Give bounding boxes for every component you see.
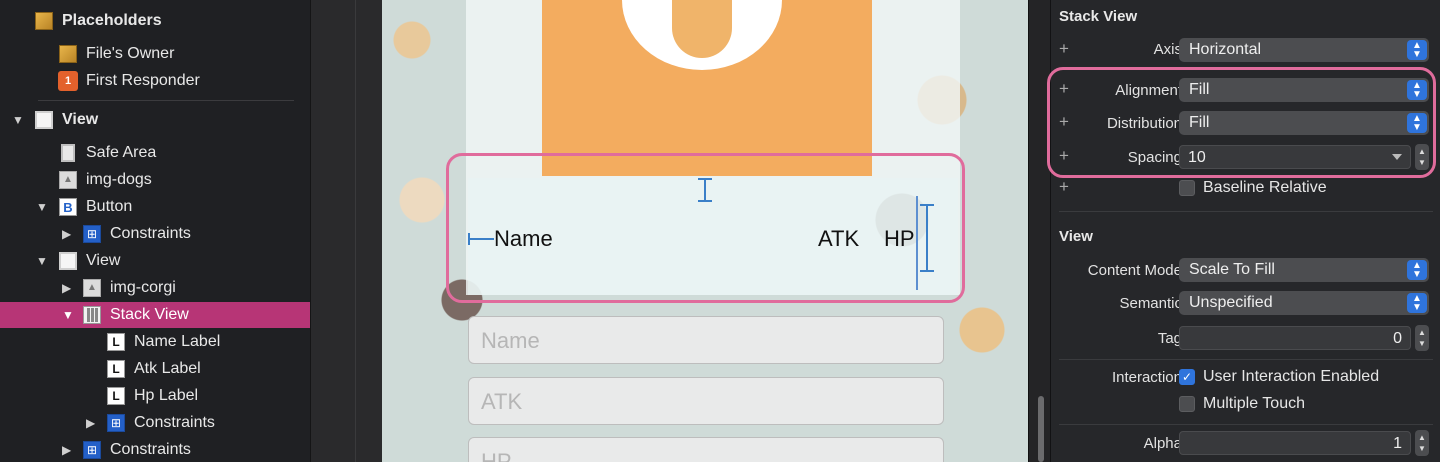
cube-icon [59,45,77,63]
image-view-icon: ▲ [83,279,101,297]
label-icon: L [107,360,125,378]
content-mode-popup[interactable]: Scale To Fill ▲ ▼ [1179,258,1429,282]
axis-label: Axis [1153,41,1182,58]
multiple-touch-checkbox[interactable] [1179,396,1195,412]
outline-item-view-constraints[interactable]: ▶ ⊞ Constraints [0,437,310,462]
hp-text-field[interactable]: HP [468,437,944,462]
section-divider [1059,424,1433,425]
safe-area-icon [61,144,75,162]
outline-item-hp-label[interactable]: L Hp Label [0,383,310,409]
atk-text-field[interactable]: ATK [468,377,944,425]
disclosure-open-icon[interactable]: ▼ [12,114,24,126]
view-icon [59,252,77,270]
outline-placeholders-header[interactable]: Placeholders [0,8,310,34]
interaction-label: Interaction [1111,369,1182,386]
popup-chevrons-icon: ▲ ▼ [1407,260,1427,280]
outline-item-first-responder[interactable]: 1 First Responder [0,68,310,94]
content-mode-label: Content Mode [1087,262,1182,279]
multiple-touch-label: Multiple Touch [1203,395,1305,412]
constraints-icon: ⊞ [83,441,101,459]
canvas-gutter [310,0,382,462]
alpha-stepper[interactable]: ▲ ▼ [1415,430,1429,456]
name-text-field[interactable]: Name [468,316,944,364]
stack-view-icon [83,306,101,324]
img-corgi-view[interactable] [542,0,872,176]
disclosure-closed-icon[interactable]: ▶ [62,282,74,294]
outline-item-button[interactable]: ▼ B Button [0,194,310,220]
user-interaction-checkbox[interactable]: ✓ [1179,369,1195,385]
storyboard-canvas[interactable]: Name ATK HP Name ATK HP [382,0,1028,462]
attributes-inspector: Stack View + Axis Horizontal ▲ ▼ + Alignme… [1047,0,1440,462]
outline-item-view-root[interactable]: ▼ View [0,107,310,133]
outline-item-safe-area[interactable]: Safe Area [0,140,310,166]
disclosure-closed-icon[interactable]: ▶ [62,228,74,240]
user-interaction-label: User Interaction Enabled [1203,368,1380,385]
semantic-popup[interactable]: Unspecified ▲ ▼ [1179,291,1429,315]
disclosure-closed-icon[interactable]: ▶ [86,417,98,429]
outline-item-stack-constraints[interactable]: ▶ ⊞ Constraints [0,410,310,436]
canvas-scrollbar[interactable] [1028,0,1050,462]
plus-icon[interactable]: + [1059,177,1069,197]
semantic-label: Semantic [1119,295,1182,312]
scrollbar-thumb[interactable] [1038,396,1044,462]
label-icon: L [107,333,125,351]
disclosure-closed-icon[interactable]: ▶ [62,444,74,456]
outline-divider [38,100,294,101]
constraints-icon: ⊞ [83,225,101,243]
outline-item-img-dogs[interactable]: ▲ img-dogs [0,167,310,193]
image-view-icon: ▲ [59,171,77,189]
section-divider [1059,211,1433,212]
view-icon [35,111,53,129]
baseline-relative-checkbox[interactable] [1179,180,1195,196]
view-section-title: View [1059,228,1093,245]
alpha-label: Alpha [1143,435,1182,452]
alpha-field[interactable]: 1 [1179,431,1411,455]
outline-item-name-label[interactable]: L Name Label [0,329,310,355]
outline-item-img-corgi[interactable]: ▶ ▲ img-corgi [0,275,310,301]
stack-view-highlight [446,153,965,303]
outline-item-files-owner[interactable]: File's Owner [0,41,310,67]
document-outline: Placeholders File's Owner 1 First Respon… [0,0,310,462]
label-icon: L [107,387,125,405]
plus-icon[interactable]: + [1059,39,1069,59]
outline-item-button-constraints[interactable]: ▶ ⊞ Constraints [0,221,310,247]
interface-builder-window: Placeholders File's Owner 1 First Respon… [0,0,1440,462]
disclosure-open-icon[interactable]: ▼ [36,201,48,213]
outline-item-stack-view[interactable]: ▼ Stack View [0,302,310,328]
disclosure-open-icon[interactable]: ▼ [62,309,74,321]
popup-chevrons-icon: ▲ ▼ [1407,293,1427,313]
button-icon: B [59,198,77,216]
corgi-icon [672,0,732,58]
axis-popup[interactable]: Horizontal ▲ ▼ [1179,38,1429,62]
outline-item-view[interactable]: ▼ View [0,248,310,274]
stack-settings-highlight [1047,67,1436,178]
tag-stepper[interactable]: ▲ ▼ [1415,325,1429,351]
cube-icon [35,12,53,30]
section-divider [1059,359,1433,360]
disclosure-open-icon[interactable]: ▼ [36,255,48,267]
outline-item-atk-label[interactable]: L Atk Label [0,356,310,382]
popup-chevrons-icon: ▲ ▼ [1407,40,1427,60]
stack-view-section-title: Stack View [1059,8,1138,25]
baseline-relative-label: Baseline Relative [1203,179,1327,196]
constraints-icon: ⊞ [107,414,125,432]
first-responder-icon: 1 [58,71,78,91]
tag-field[interactable]: 0 [1179,326,1411,350]
